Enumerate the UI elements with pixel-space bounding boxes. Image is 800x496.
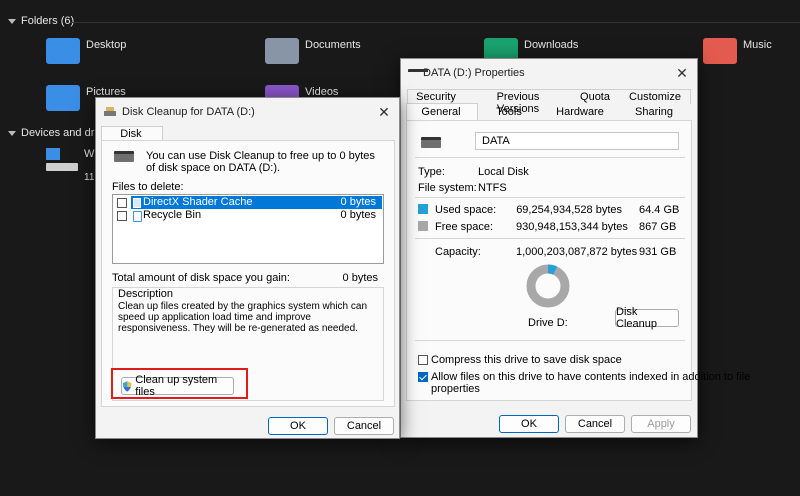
cleanup-system-files-button[interactable]: Clean up system files xyxy=(121,374,234,398)
pictures-folder-icon xyxy=(46,85,80,111)
drive-icon xyxy=(114,151,134,162)
type-label: Type: xyxy=(418,166,445,178)
file-checkbox[interactable] xyxy=(117,211,127,221)
windows-drive-icon[interactable] xyxy=(46,148,78,172)
folder-label: Downloads xyxy=(524,39,579,51)
files-to-delete-label: Files to delete: xyxy=(112,181,184,193)
disk-cleanup-dialog: Disk Cleanup for DATA (D:) ✕ Disk Cleanu… xyxy=(95,97,400,439)
used-space-bytes: 69,254,934,528 bytes xyxy=(516,204,622,216)
files-list: DirectX Shader Cache 0 bytes Recycle Bin… xyxy=(112,194,384,264)
folder-label: Documents xyxy=(305,39,361,51)
file-size: 0 bytes xyxy=(340,196,376,208)
used-space-label: Used space: xyxy=(435,204,497,216)
list-item[interactable]: Recycle Bin 0 bytes xyxy=(114,209,382,222)
ok-button[interactable]: OK xyxy=(499,415,559,433)
filesystem-value: NTFS xyxy=(478,182,507,194)
file-checkbox[interactable] xyxy=(117,198,127,208)
cleanup-titlebar[interactable]: Disk Cleanup for DATA (D:) ✕ xyxy=(96,98,399,126)
file-name: DirectX Shader Cache xyxy=(143,196,253,208)
used-space-swatch xyxy=(418,204,428,214)
drive-name-field[interactable]: DATA xyxy=(475,132,679,150)
description-label: Description xyxy=(118,288,174,300)
drive-icon xyxy=(408,69,428,72)
drive-detail-partial: 11 xyxy=(84,172,95,183)
recycle-bin-icon xyxy=(133,211,142,222)
chevron-down-icon xyxy=(8,130,16,136)
tab-hardware[interactable]: Hardware xyxy=(547,106,613,118)
index-label-line1: Allow files on this drive to have conten… xyxy=(431,371,751,383)
disk-usage-donut xyxy=(526,264,570,308)
tab-tools[interactable]: Tools xyxy=(481,106,537,118)
divider xyxy=(415,340,685,341)
folder-desktop[interactable]: Desktop xyxy=(46,38,126,64)
capacity-label: Capacity: xyxy=(435,246,481,258)
cancel-button[interactable]: Cancel xyxy=(334,417,394,435)
cancel-button[interactable]: Cancel xyxy=(565,415,625,433)
index-label-line2: properties xyxy=(431,383,480,395)
tab-customize[interactable]: Customize xyxy=(623,91,687,103)
filesystem-label: File system: xyxy=(418,182,477,194)
drive-label: Drive D: xyxy=(528,317,568,329)
music-folder-icon xyxy=(703,38,737,64)
tab-sharing[interactable]: Sharing xyxy=(621,106,687,118)
compress-label: Compress this drive to save disk space xyxy=(431,354,622,366)
capacity-bytes: 1,000,203,087,872 bytes xyxy=(516,246,638,258)
list-item[interactable]: DirectX Shader Cache 0 bytes xyxy=(114,196,382,209)
total-gain-value: 0 bytes xyxy=(342,272,378,284)
divider xyxy=(415,157,685,158)
properties-titlebar[interactable]: DATA (D:) Properties ✕ xyxy=(401,59,697,87)
index-checkbox[interactable] xyxy=(418,372,428,382)
folders-section-header[interactable]: Folders (6) xyxy=(8,15,74,27)
free-space-swatch xyxy=(418,221,428,231)
drive-icon xyxy=(421,137,441,148)
file-size: 0 bytes xyxy=(340,209,376,221)
drive-name-value: DATA xyxy=(482,135,510,147)
ok-button[interactable]: OK xyxy=(268,417,328,435)
chevron-down-icon xyxy=(8,18,16,24)
apply-button[interactable]: Apply xyxy=(631,415,691,433)
properties-dialog: DATA (D:) Properties ✕ Security Previous… xyxy=(400,58,750,438)
drive-name-partial: W xyxy=(84,148,95,160)
cleanup-title: Disk Cleanup for DATA (D:) xyxy=(122,106,255,118)
tab-general[interactable]: General xyxy=(406,106,476,118)
divider xyxy=(415,197,685,198)
free-space-bytes: 930,948,153,344 bytes xyxy=(516,221,628,233)
cleanup-system-files-label: Clean up system files xyxy=(135,374,218,398)
cleanup-intro-text: You can use Disk Cleanup to free up to 0… xyxy=(146,150,375,174)
documents-folder-icon xyxy=(265,38,299,64)
folder-music[interactable]: Music xyxy=(703,38,772,64)
free-space-gb: 867 GB xyxy=(639,221,677,233)
disk-cleanup-button[interactable]: Disk Cleanup xyxy=(615,306,679,330)
file-icon xyxy=(133,198,141,208)
total-gain-label: Total amount of disk space you gain: xyxy=(112,272,290,284)
folder-label: Desktop xyxy=(86,39,127,51)
tab-security[interactable]: Security xyxy=(409,91,463,103)
tab-quota[interactable]: Quota xyxy=(565,91,625,103)
folder-documents[interactable]: Documents xyxy=(265,38,361,64)
divider xyxy=(70,22,800,23)
shield-icon xyxy=(122,380,132,392)
used-space-gb: 64.4 GB xyxy=(639,204,680,216)
close-icon[interactable]: ✕ xyxy=(667,59,697,87)
free-space-label: Free space: xyxy=(435,221,494,233)
type-value: Local Disk xyxy=(478,166,529,178)
divider xyxy=(415,238,685,239)
description-text: Clean up files created by the graphics s… xyxy=(118,301,368,334)
folder-label: Music xyxy=(743,39,772,51)
properties-title: DATA (D:) Properties xyxy=(423,67,525,79)
capacity-gb: 931 GB xyxy=(639,246,677,258)
folders-header-label: Folders (6) xyxy=(21,15,75,27)
disk-cleanup-app-icon xyxy=(104,107,116,116)
donut-free-segment xyxy=(526,264,570,308)
desktop-folder-icon xyxy=(46,38,80,64)
file-name: Recycle Bin xyxy=(143,209,202,221)
close-icon[interactable]: ✕ xyxy=(369,98,399,126)
compress-checkbox[interactable] xyxy=(418,355,428,365)
